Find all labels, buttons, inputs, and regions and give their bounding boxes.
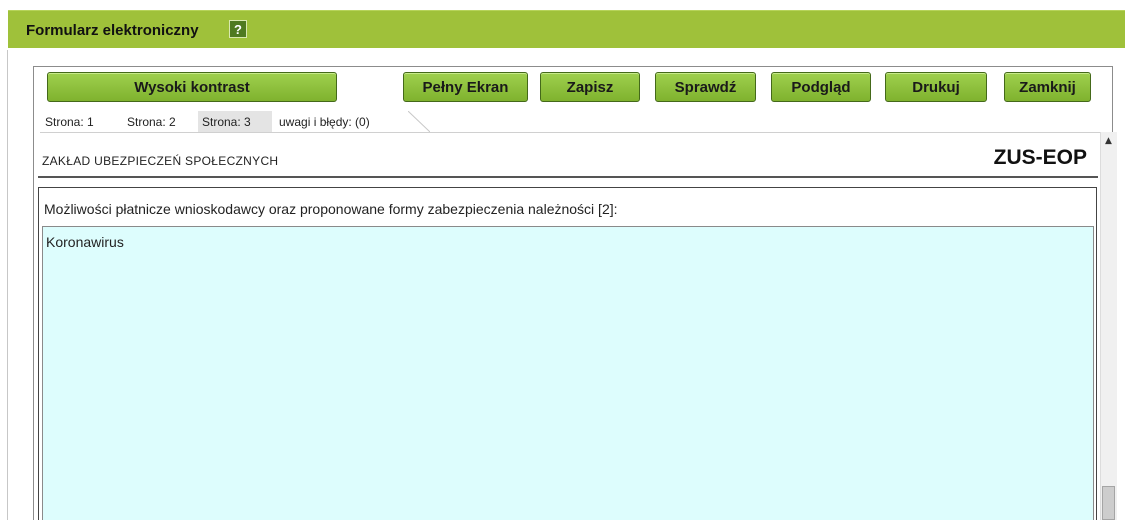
form-code: ZUS-EOP: [993, 146, 1087, 169]
tab-page-1[interactable]: Strona: 1: [45, 111, 119, 132]
fullscreen-button[interactable]: Pełny Ekran: [403, 72, 528, 102]
scroll-thumb[interactable]: [1102, 486, 1115, 520]
app-title: Formularz elektroniczny: [26, 22, 199, 39]
tab-label: Strona: 1: [45, 114, 94, 129]
left-border: [7, 50, 8, 520]
tab-edge: [408, 111, 430, 133]
tab-label: uwagi i błędy: (0): [279, 114, 370, 129]
top-strip: [0, 0, 1125, 10]
tab-label: Strona: 3: [202, 114, 251, 129]
preview-button[interactable]: Podgląd: [771, 72, 871, 102]
agency-name: ZAKŁAD UBEZPIECZEŃ SPOŁECZNYCH: [42, 154, 279, 168]
tab-page-2[interactable]: Strona: 2: [127, 111, 197, 132]
header-separator: [38, 176, 1098, 178]
vertical-scrollbar[interactable]: [1100, 132, 1117, 520]
app-header: Formularz elektroniczny ?: [8, 10, 1125, 48]
help-icon[interactable]: ?: [229, 20, 247, 38]
close-button[interactable]: Zamknij: [1004, 72, 1091, 102]
tab-page-3[interactable]: Strona: 3: [198, 111, 272, 132]
payment-capacity-label: Możliwości płatnicze wnioskodawcy oraz p…: [44, 201, 618, 217]
scroll-up-arrow-icon[interactable]: ▲: [1100, 132, 1117, 149]
save-button[interactable]: Zapisz: [540, 72, 640, 102]
textarea-value: Koronawirus: [46, 234, 124, 250]
payment-capacity-textarea[interactable]: Koronawirus: [42, 226, 1094, 520]
print-button[interactable]: Drukuj: [885, 72, 987, 102]
tab-notes-errors[interactable]: uwagi i błędy: (0): [279, 111, 399, 132]
tab-divider: [40, 132, 1100, 133]
tab-label: Strona: 2: [127, 114, 176, 129]
high-contrast-button[interactable]: Wysoki kontrast: [47, 72, 337, 102]
check-button[interactable]: Sprawdź: [655, 72, 756, 102]
